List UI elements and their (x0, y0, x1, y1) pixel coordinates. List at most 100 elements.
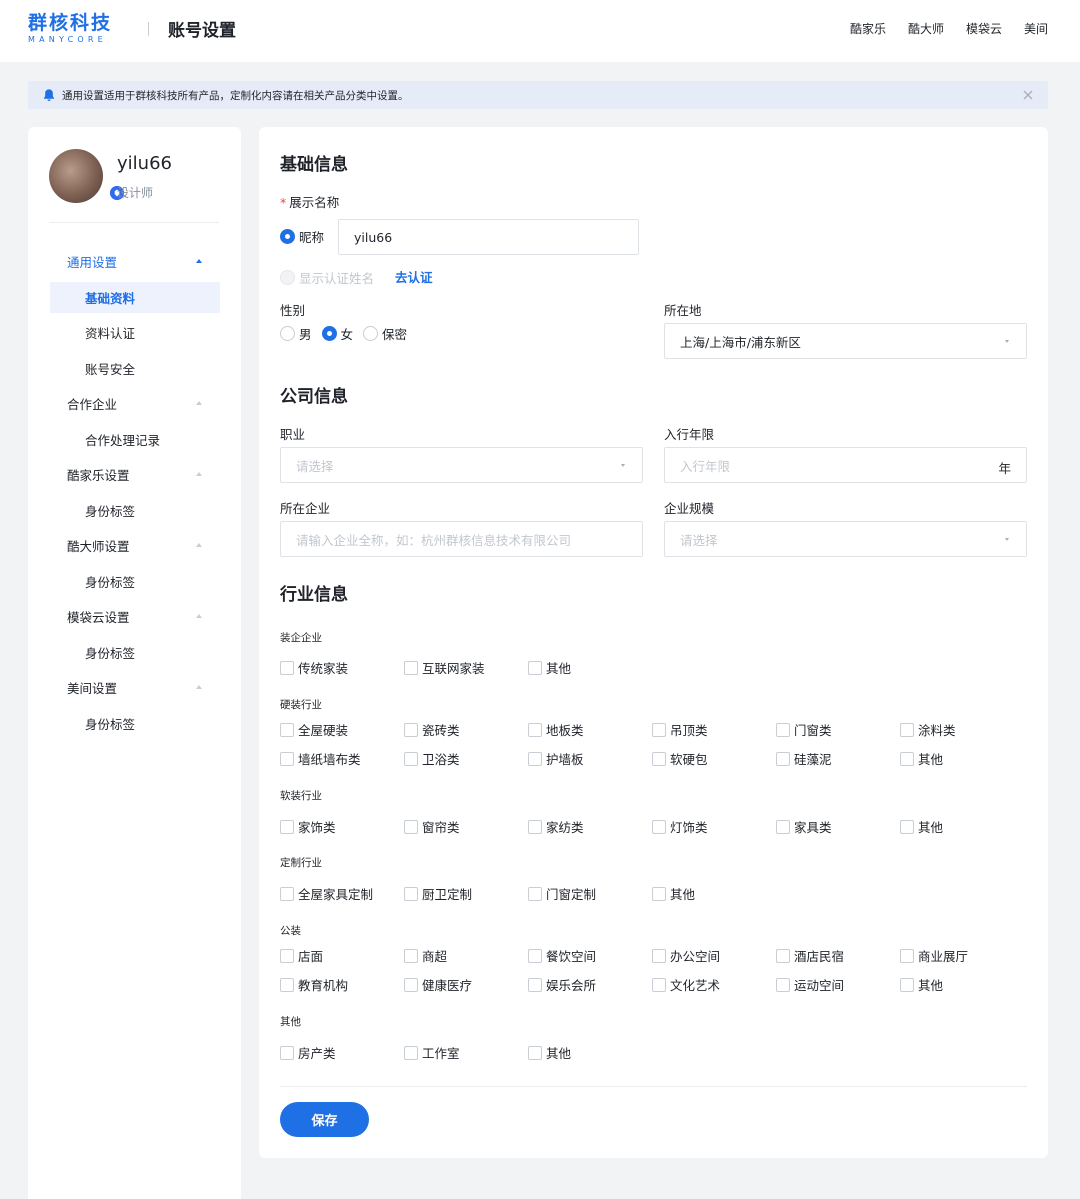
checkbox-option[interactable]: 房产类 (280, 1043, 404, 1062)
checkbox[interactable] (280, 948, 294, 963)
checkbox[interactable] (528, 1045, 542, 1060)
checkbox[interactable] (404, 948, 418, 963)
checkbox[interactable] (404, 660, 418, 675)
nav-link-modaiyun[interactable]: 模袋云 (966, 20, 1002, 37)
checkbox-option[interactable]: 教育机构 (280, 975, 404, 994)
menu-item-kujiale-tags[interactable]: 身份标签 (50, 493, 220, 529)
checkbox-option[interactable]: 家饰类 (280, 817, 404, 836)
gender-radio-secret[interactable] (363, 326, 379, 341)
menu-group-general[interactable]: 通用设置 (50, 244, 220, 280)
checkbox-option[interactable]: 餐饮空间 (528, 946, 652, 965)
checkbox[interactable] (528, 722, 542, 737)
checkbox[interactable] (776, 977, 790, 992)
checkbox-option[interactable]: 娱乐会所 (528, 975, 652, 994)
menu-group-meijian[interactable]: 美间设置 (50, 670, 220, 706)
menu-item-verification[interactable]: 资料认证 (50, 315, 220, 351)
checkbox[interactable] (404, 1045, 418, 1060)
checkbox-option[interactable]: 运动空间 (776, 975, 900, 994)
gender-radio-male[interactable] (280, 326, 295, 341)
checkbox[interactable] (280, 660, 294, 675)
company-size-select[interactable]: 请选择 (664, 521, 1027, 557)
checkbox-option[interactable]: 厨卫定制 (404, 884, 528, 903)
checkbox[interactable] (652, 751, 666, 766)
checkbox-option[interactable]: 窗帘类 (404, 817, 528, 836)
checkbox[interactable] (280, 819, 294, 834)
checkbox[interactable] (652, 722, 666, 737)
checkbox[interactable] (404, 819, 418, 834)
location-select[interactable]: 上海/上海市/浦东新区 (664, 323, 1027, 359)
menu-item-partner-records[interactable]: 合作处理记录 (50, 422, 220, 458)
checkbox[interactable] (900, 948, 914, 963)
checkbox-option[interactable]: 硅藻泥 (776, 749, 900, 768)
checkbox[interactable] (900, 977, 914, 992)
checkbox[interactable] (776, 751, 790, 766)
checkbox-option[interactable]: 酒店民宿 (776, 946, 900, 965)
checkbox-option[interactable]: 其他 (652, 884, 776, 903)
menu-item-modaiyun-tags[interactable]: 身份标签 (50, 635, 220, 671)
cert-name-radio[interactable] (280, 270, 295, 285)
checkbox[interactable] (528, 660, 542, 675)
checkbox-option[interactable]: 灯饰类 (652, 817, 776, 836)
checkbox-option[interactable]: 互联网家装 (404, 658, 528, 677)
menu-item-account-security[interactable]: 账号安全 (50, 351, 220, 387)
checkbox[interactable] (900, 751, 914, 766)
checkbox-option[interactable]: 全屋硬装 (280, 720, 404, 739)
checkbox-option[interactable]: 墙纸墙布类 (280, 749, 404, 768)
checkbox-option[interactable]: 地板类 (528, 720, 652, 739)
checkbox[interactable] (776, 819, 790, 834)
checkbox-option[interactable]: 健康医疗 (404, 975, 528, 994)
nav-link-kujiale[interactable]: 酷家乐 (850, 20, 886, 37)
checkbox[interactable] (652, 819, 666, 834)
checkbox-option[interactable]: 其他 (900, 817, 1024, 836)
nickname-input[interactable]: yilu66 (338, 219, 639, 255)
checkbox[interactable] (900, 722, 914, 737)
checkbox[interactable] (280, 751, 294, 766)
cert-name-radio-option[interactable]: 显示认证姓名 (280, 268, 374, 287)
checkbox-option[interactable]: 工作室 (404, 1043, 528, 1062)
checkbox[interactable] (280, 886, 294, 901)
checkbox-option[interactable]: 其他 (900, 975, 1024, 994)
menu-group-kudashi[interactable]: 酷大师设置 (50, 528, 220, 564)
checkbox[interactable] (528, 751, 542, 766)
checkbox-option[interactable]: 全屋家具定制 (280, 884, 404, 903)
years-input[interactable]: 入行年限 年 (664, 447, 1027, 483)
checkbox-option[interactable]: 卫浴类 (404, 749, 528, 768)
checkbox-option[interactable]: 护墙板 (528, 749, 652, 768)
checkbox-option[interactable]: 办公空间 (652, 946, 776, 965)
nickname-radio[interactable] (280, 229, 295, 244)
checkbox[interactable] (776, 722, 790, 737)
checkbox-option[interactable]: 瓷砖类 (404, 720, 528, 739)
menu-item-kudashi-tags[interactable]: 身份标签 (50, 564, 220, 600)
menu-group-kujiale[interactable]: 酷家乐设置 (50, 457, 220, 493)
checkbox[interactable] (404, 977, 418, 992)
nickname-radio-option[interactable]: 昵称 (280, 227, 324, 246)
checkbox[interactable] (528, 819, 542, 834)
checkbox[interactable] (280, 1045, 294, 1060)
checkbox[interactable] (404, 722, 418, 737)
checkbox[interactable] (404, 886, 418, 901)
checkbox[interactable] (528, 977, 542, 992)
checkbox[interactable] (528, 948, 542, 963)
checkbox-option[interactable]: 店面 (280, 946, 404, 965)
checkbox-option[interactable]: 吊顶类 (652, 720, 776, 739)
checkbox[interactable] (776, 948, 790, 963)
checkbox[interactable] (652, 948, 666, 963)
avatar[interactable] (49, 149, 103, 203)
checkbox-option[interactable]: 其他 (528, 1043, 652, 1062)
checkbox[interactable] (652, 977, 666, 992)
checkbox-option[interactable]: 其他 (528, 658, 652, 677)
checkbox[interactable] (404, 751, 418, 766)
checkbox-option[interactable]: 软硬包 (652, 749, 776, 768)
checkbox[interactable] (280, 977, 294, 992)
nav-link-meijian[interactable]: 美间 (1024, 20, 1048, 37)
close-icon[interactable] (1020, 87, 1036, 103)
checkbox[interactable] (280, 722, 294, 737)
checkbox-option[interactable]: 家纺类 (528, 817, 652, 836)
checkbox-option[interactable]: 商超 (404, 946, 528, 965)
logo[interactable]: 群核科技 MANYCORE (28, 12, 128, 45)
checkbox[interactable] (900, 819, 914, 834)
gender-radio-female[interactable] (321, 326, 337, 341)
menu-group-partner[interactable]: 合作企业 (50, 386, 220, 422)
job-select[interactable]: 请选择 (280, 447, 643, 483)
menu-item-basic-info[interactable]: 基础资料 (50, 281, 220, 313)
